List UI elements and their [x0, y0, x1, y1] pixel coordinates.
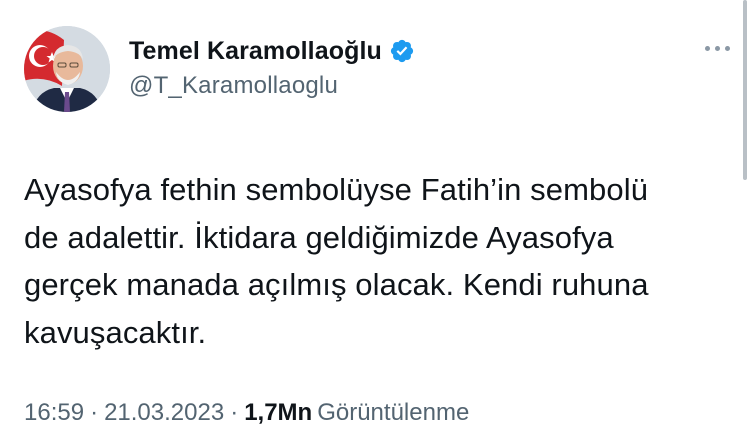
author-handle[interactable]: @T_Karamollaoglu: [129, 72, 338, 100]
views-label[interactable]: Görüntülenme: [317, 399, 469, 427]
avatar[interactable]: [24, 26, 110, 112]
tweet-time[interactable]: 16:59: [24, 399, 84, 427]
views-count[interactable]: 1,7Mn: [244, 399, 312, 427]
more-dot: [725, 45, 730, 51]
tweet-meta: 16:59 · 21.03.2023 · 1,7Mn Görüntülenme: [24, 399, 469, 427]
meta-separator: ·: [230, 399, 239, 426]
more-options-icon[interactable]: [705, 38, 730, 58]
scrollbar[interactable]: [743, 0, 747, 180]
author-name-row[interactable]: Temel Karamollaoğlu: [129, 34, 415, 68]
meta-separator: ·: [90, 399, 99, 426]
tweet-text: Ayasofya fethin sembolüyse Fatih’in semb…: [24, 172, 649, 350]
author-display-name[interactable]: Temel Karamollaoğlu: [129, 37, 382, 66]
verified-badge-icon[interactable]: [389, 38, 415, 64]
more-dot: [715, 45, 720, 51]
tweet-card: Temel Karamollaoğlu @T_Karamollaoglu Aya…: [0, 0, 750, 447]
tweet-date[interactable]: 21.03.2023: [104, 399, 224, 427]
more-dot: [705, 45, 710, 51]
